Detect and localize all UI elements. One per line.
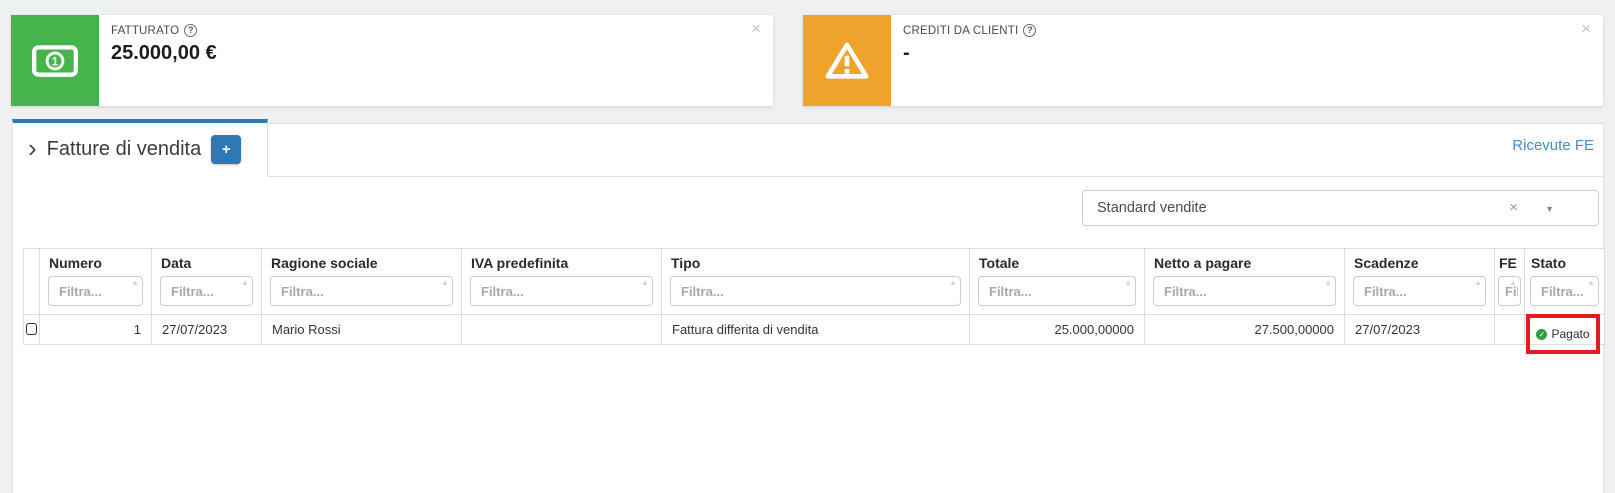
filter-input-fe[interactable] xyxy=(1498,276,1521,306)
app-page: { "cards": [ { "label": "FATTURATO", "he… xyxy=(0,0,1615,493)
content-panel: Ricevute FE Standard vendite × ▼ Numero▲… xyxy=(12,123,1604,493)
column-header-ragione_sociale: Ragione sociale▲ xyxy=(262,249,462,315)
chevron-right-icon: › xyxy=(28,138,37,158)
column-header-stato: Stato▲ xyxy=(1525,249,1605,315)
status-badge: Pagato xyxy=(1551,327,1589,341)
card-value: 25.000,00 € xyxy=(111,42,217,65)
filter-input-netto_a_pagare[interactable] xyxy=(1153,276,1336,306)
close-icon[interactable]: × xyxy=(751,20,761,37)
column-label: IVA predefinita xyxy=(470,254,653,276)
tab-fatture-di-vendita[interactable]: › Fatture di vendita + xyxy=(12,119,268,176)
cell-netto_a_pagare: 27.500,00000 xyxy=(1145,315,1345,345)
cell-ragione_sociale: Mario Rossi xyxy=(262,315,462,345)
card-body: FATTURATO ? 25.000,00 € xyxy=(99,15,217,106)
cell-data: 27/07/2023 xyxy=(152,315,262,345)
column-label: Ragione sociale xyxy=(270,254,453,276)
filter-input-ragione_sociale[interactable] xyxy=(270,276,453,306)
annotation-highlight: ✓ Pagato xyxy=(1526,314,1600,354)
column-header-fe: FE▲ xyxy=(1495,249,1525,315)
close-icon[interactable]: × xyxy=(1581,20,1591,37)
chevron-down-icon: ▼ xyxy=(1545,204,1554,214)
card-label: FATTURATO xyxy=(111,25,179,37)
card-label: CREDITI DA CLIENTI xyxy=(903,25,1018,37)
column-label: Totale xyxy=(978,254,1136,276)
ricevute-fe-link[interactable]: Ricevute FE xyxy=(1512,137,1594,154)
add-invoice-button[interactable]: + xyxy=(211,135,241,164)
column-header-tipo: Tipo▲ xyxy=(662,249,970,315)
table-row[interactable]: 127/07/2023Mario RossiFattura differita … xyxy=(24,315,1605,345)
warning-icon xyxy=(803,15,891,106)
column-label: FE xyxy=(1498,254,1521,276)
cell-numero: 1 xyxy=(40,315,152,345)
filter-input-scadenze[interactable] xyxy=(1353,276,1486,306)
select-value: Standard vendite xyxy=(1097,200,1207,216)
column-label: Stato xyxy=(1530,254,1599,276)
svg-text:1: 1 xyxy=(52,54,59,68)
cell-fe xyxy=(1495,315,1525,345)
column-label: Netto a pagare xyxy=(1153,254,1336,276)
banknote-icon: 1 xyxy=(11,15,99,106)
clear-icon[interactable]: × xyxy=(1509,199,1518,217)
filter-input-data[interactable] xyxy=(160,276,253,306)
tab-label: Fatture di vendita xyxy=(47,138,202,161)
column-label: Tipo xyxy=(670,254,961,276)
crediti-card: CREDITI DA CLIENTI ? - × xyxy=(803,15,1603,106)
view-select[interactable]: Standard vendite × ▼ xyxy=(1082,190,1599,226)
cell-iva_predefinita xyxy=(462,315,662,345)
filter-input-numero[interactable] xyxy=(48,276,143,306)
filter-input-iva_predefinita[interactable] xyxy=(470,276,653,306)
column-header-netto_a_pagare: Netto a pagare▲ xyxy=(1145,249,1345,315)
card-body: CREDITI DA CLIENTI ? - xyxy=(891,15,1036,106)
column-header-scadenze: Scadenze▲ xyxy=(1345,249,1495,315)
cell-totale: 25.000,00000 xyxy=(970,315,1145,345)
select-column-header xyxy=(24,249,40,315)
row-checkbox[interactable] xyxy=(26,323,37,335)
check-circle-icon: ✓ xyxy=(1536,329,1547,340)
card-value: - xyxy=(903,42,1036,65)
checkbox-cell xyxy=(24,315,40,345)
filter-input-stato[interactable] xyxy=(1530,276,1599,306)
tabstrip-divider xyxy=(268,176,1604,177)
cell-tipo: Fattura differita di vendita xyxy=(662,315,970,345)
column-header-data: Data▲ xyxy=(152,249,262,315)
column-label: Data xyxy=(160,254,253,276)
column-header-numero: Numero▲ xyxy=(40,249,152,315)
column-label: Scadenze xyxy=(1353,254,1486,276)
help-icon[interactable]: ? xyxy=(184,24,197,37)
fatturato-card: 1 FATTURATO ? 25.000,00 € × xyxy=(11,15,773,106)
filter-input-tipo[interactable] xyxy=(670,276,961,306)
column-header-totale: Totale▲ xyxy=(970,249,1145,315)
filter-input-totale[interactable] xyxy=(978,276,1136,306)
cell-stato: ✓ Pagato xyxy=(1525,315,1605,345)
cell-scadenze: 27/07/2023 xyxy=(1345,315,1495,345)
help-icon[interactable]: ? xyxy=(1023,24,1036,37)
column-header-iva_predefinita: IVA predefinita▲ xyxy=(462,249,662,315)
column-label: Numero xyxy=(48,254,143,276)
invoices-table: Numero▲Data▲Ragione sociale▲IVA predefin… xyxy=(23,248,1605,345)
